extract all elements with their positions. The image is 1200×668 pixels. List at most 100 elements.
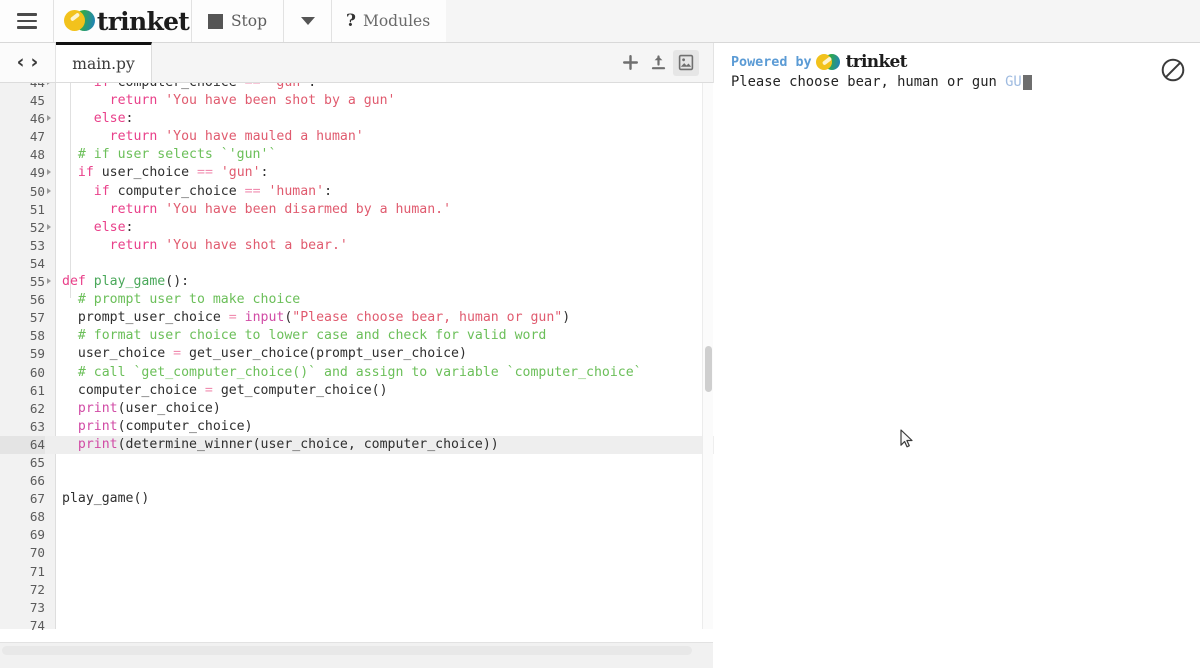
code-line[interactable]: 52 else: <box>0 219 714 237</box>
line-number: 73 <box>29 599 45 615</box>
editor-horizontal-scrollbar-thumb[interactable] <box>2 646 692 655</box>
line-number: 61 <box>29 382 45 398</box>
code-line[interactable]: 70 <box>0 544 714 562</box>
fold-marker-icon[interactable] <box>47 115 51 122</box>
code-line[interactable]: 55 def play_game(): <box>0 273 714 291</box>
fold-marker-icon[interactable] <box>47 278 51 285</box>
code-line[interactable]: 46 else: <box>0 110 714 128</box>
code-lines[interactable]: 44 if computer_choice == 'gun':45 return… <box>0 83 714 635</box>
add-file-button[interactable] <box>617 50 643 76</box>
code-line[interactable]: 44 if computer_choice == 'gun': <box>0 83 714 92</box>
code-token: get_computer_choice() <box>212 382 388 398</box>
code-text: computer_choice = get_computer_choice() <box>62 382 388 400</box>
code-line[interactable]: 56 # prompt user to make choice <box>0 291 714 309</box>
code-line[interactable]: 74 <box>0 617 714 635</box>
code-token: computer_choice <box>62 382 205 398</box>
nav-next-icon[interactable]: › <box>31 53 39 72</box>
upload-file-button[interactable] <box>645 50 671 76</box>
code-text: # call `get_computer_choice()` and assig… <box>62 364 642 382</box>
clear-output-button[interactable] <box>1158 55 1188 85</box>
fold-marker-icon[interactable] <box>47 187 51 194</box>
code-token: 'You have shot a bear.' <box>165 237 348 253</box>
code-editor-area[interactable]: 44 if computer_choice == 'gun':45 return… <box>0 83 714 668</box>
code-text: return 'You have been disarmed by a huma… <box>62 201 451 219</box>
console-typed-input[interactable]: GU <box>1005 72 1022 92</box>
code-line[interactable]: 73 <box>0 599 714 617</box>
code-line[interactable]: 57 prompt_user_choice = input("Please ch… <box>0 309 714 327</box>
fold-marker-icon[interactable] <box>47 169 51 176</box>
code-line[interactable]: 61 computer_choice = get_computer_choice… <box>0 382 714 400</box>
code-line[interactable]: 62 print(user_choice) <box>0 400 714 418</box>
menu-button[interactable] <box>0 0 54 42</box>
file-tab-main-py[interactable]: main.py <box>56 42 152 82</box>
code-line[interactable]: 65 <box>0 454 714 472</box>
code-token: = <box>204 382 213 398</box>
code-line[interactable]: 66 <box>0 472 714 490</box>
line-number: 70 <box>29 545 45 561</box>
nav-prev-icon[interactable]: ‹ <box>17 53 25 72</box>
code-token: 'You have mauled a human' <box>165 129 364 145</box>
code-text: if user_choice == 'gun': <box>62 164 269 182</box>
code-line[interactable]: 71 <box>0 563 714 581</box>
code-line[interactable]: 67 play_game() <box>0 490 714 508</box>
line-number: 74 <box>29 617 45 633</box>
main-stage: ‹ › main.py 45 return 'You have been sho… <box>0 42 1200 668</box>
line-number: 54 <box>29 255 45 271</box>
code-line[interactable]: 69 <box>0 526 714 544</box>
editor-tabstrip: ‹ › main.py <box>0 42 713 83</box>
code-line[interactable]: 47 return 'You have mauled a human' <box>0 128 714 146</box>
code-line[interactable]: 68 <box>0 508 714 526</box>
line-number: 44 <box>0 83 45 92</box>
code-line[interactable]: 45 return 'You have been shot by a gun' <box>0 92 714 110</box>
fold-marker-icon[interactable] <box>47 83 51 85</box>
line-number: 71 <box>29 563 45 579</box>
output-pane[interactable]: Powered by trinket Please choose bear, h… <box>715 43 1200 668</box>
code-line[interactable]: 72 <box>0 581 714 599</box>
code-token: user_choice <box>62 346 174 362</box>
trinket-logo[interactable]: trinket <box>54 0 192 42</box>
code-token: # call `get_computer_choice()` and assig… <box>77 364 642 380</box>
fold-marker-icon[interactable] <box>47 223 51 230</box>
code-line[interactable]: 48 # if user selects `'gun'` <box>0 146 714 164</box>
code-line[interactable]: 49 if user_choice == 'gun': <box>0 164 714 182</box>
code-text: print(computer_choice) <box>62 418 253 436</box>
editor-vertical-scrollbar[interactable] <box>702 83 713 629</box>
code-token: print <box>77 436 118 452</box>
code-token: else <box>93 111 126 127</box>
code-token: ) <box>562 310 571 326</box>
code-line[interactable]: 50 if computer_choice == 'human': <box>0 183 714 201</box>
line-number: 63 <box>29 418 45 434</box>
code-line[interactable]: 59 user_choice = get_user_choice(prompt_… <box>0 345 714 363</box>
code-line[interactable]: 64 print(determine_winner(user_choice, c… <box>0 435 714 454</box>
powered-by-line: Powered by trinket <box>731 53 1140 72</box>
code-line[interactable]: 53 return 'You have shot a bear.' <box>0 237 714 255</box>
code-text: if computer_choice == 'human': <box>62 183 332 201</box>
editor-vertical-scrollbar-thumb[interactable] <box>705 346 712 392</box>
console-prompt-line[interactable]: Please choose bear, human or gun GU <box>731 72 1140 92</box>
code-token: def <box>62 274 86 290</box>
modules-button[interactable]: ? Modules <box>332 0 447 42</box>
line-number: 56 <box>29 292 45 308</box>
code-line[interactable]: 54 <box>0 255 714 273</box>
code-line[interactable]: 58 # format user choice to lower case an… <box>0 327 714 345</box>
code-token: if <box>94 83 110 90</box>
image-file-button[interactable] <box>673 49 699 76</box>
file-nav-arrows[interactable]: ‹ › <box>0 43 56 82</box>
code-line[interactable]: 51 return 'You have been disarmed by a h… <box>0 201 714 219</box>
stop-button[interactable]: Stop <box>192 0 284 42</box>
code-line[interactable]: 60 # call `get_computer_choice()` and as… <box>0 364 714 382</box>
code-token: prompt_user_choice <box>62 310 229 326</box>
run-options-dropdown[interactable] <box>284 0 332 42</box>
modules-label: Modules <box>362 12 431 30</box>
code-token: input <box>244 310 285 326</box>
editor-horizontal-scrollbar[interactable] <box>0 642 713 668</box>
code-line[interactable]: 63 print(computer_choice) <box>0 418 714 436</box>
